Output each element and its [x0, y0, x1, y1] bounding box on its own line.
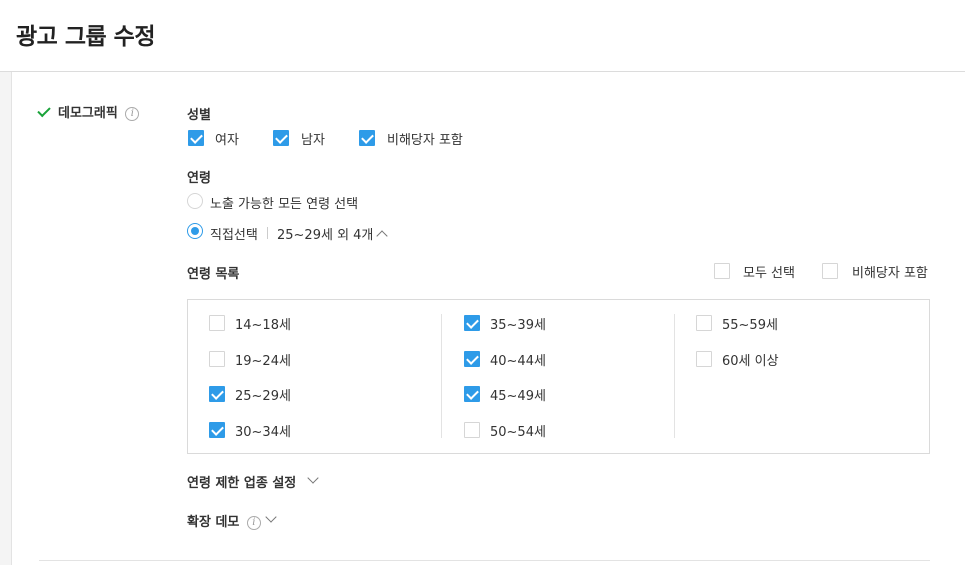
- divider: [39, 560, 930, 561]
- extended-demo-label: 확장 데모: [187, 515, 240, 530]
- gender-female-label: 여자: [215, 133, 239, 148]
- section-label-text: 데모그래픽: [58, 106, 118, 121]
- gender-unknown-checkbox[interactable]: [359, 130, 375, 146]
- age-25-29-label: 25~29세: [235, 389, 291, 404]
- age-19-24-label: 19~24세: [235, 354, 291, 369]
- age-14-18-checkbox[interactable]: [209, 315, 225, 331]
- age-all-label: 노출 가능한 모든 연령 선택: [210, 197, 359, 212]
- age-50-54-checkbox[interactable]: [464, 422, 480, 438]
- age-30-34-label: 30~34세: [235, 425, 291, 440]
- age-all-radio[interactable]: [187, 193, 203, 209]
- age-35-39-label: 35~39세: [490, 318, 546, 333]
- age-list-title: 연령 목록: [187, 267, 240, 282]
- chevron-down-icon[interactable]: [265, 511, 277, 523]
- gender-male-checkbox[interactable]: [273, 130, 289, 146]
- info-icon[interactable]: i: [246, 515, 261, 530]
- column-divider: [674, 314, 675, 438]
- age-35-39-checkbox[interactable]: [464, 315, 480, 331]
- age-unknown-checkbox[interactable]: [822, 263, 838, 279]
- age-direct-label: 직접선택: [210, 228, 258, 243]
- check-icon: [37, 103, 51, 118]
- age-55-59-label: 55~59세: [722, 318, 778, 333]
- age-40-44-label: 40~44세: [490, 354, 546, 369]
- page-header: 광고 그룹 수정: [0, 0, 965, 72]
- section-label: 데모그래픽 i: [58, 102, 140, 121]
- gender-unknown-label: 비해당자 포함: [387, 133, 463, 148]
- gender-title: 성별: [187, 108, 211, 123]
- age-50-54-label: 50~54세: [490, 425, 546, 440]
- age-45-49-checkbox[interactable]: [464, 386, 480, 402]
- age-14-18-label: 14~18세: [235, 318, 291, 333]
- age-unknown-label: 비해당자 포함: [852, 266, 928, 281]
- age-25-29-checkbox[interactable]: [209, 386, 225, 402]
- extended-demo-toggle[interactable]: 확장 데모 i: [187, 511, 261, 530]
- age-55-59-checkbox[interactable]: [696, 315, 712, 331]
- select-all-checkbox[interactable]: [714, 263, 730, 279]
- gender-female-checkbox[interactable]: [188, 130, 204, 146]
- age-45-49-label: 45~49세: [490, 389, 546, 404]
- restricted-industry-toggle[interactable]: 연령 제한 업종 설정: [187, 472, 296, 491]
- chevron-down-icon[interactable]: [307, 472, 319, 484]
- age-60-plus-checkbox[interactable]: [696, 351, 712, 367]
- info-icon[interactable]: i: [125, 106, 140, 121]
- age-direct-radio[interactable]: [187, 223, 203, 239]
- page-title: 광고 그룹 수정: [16, 24, 155, 50]
- age-list-box: 14~18세 19~24세 25~29세 30~34세 35~39세 40~44…: [187, 299, 930, 454]
- select-all-label: 모두 선택: [743, 266, 795, 281]
- age-40-44-checkbox[interactable]: [464, 351, 480, 367]
- chevron-up-icon[interactable]: [376, 230, 388, 242]
- content-panel: 데모그래픽 i 성별 여자 남자 비해당자 포함 연령 노출 가능한 모든 연령…: [11, 72, 965, 565]
- age-30-34-checkbox[interactable]: [209, 422, 225, 438]
- divider: [267, 227, 268, 239]
- gender-male-label: 남자: [301, 133, 325, 148]
- age-selected-summary: 25~29세 외 4개: [277, 228, 374, 243]
- age-19-24-checkbox[interactable]: [209, 351, 225, 367]
- column-divider: [441, 314, 442, 438]
- age-60-plus-label: 60세 이상: [722, 354, 779, 369]
- age-title: 연령: [187, 171, 211, 186]
